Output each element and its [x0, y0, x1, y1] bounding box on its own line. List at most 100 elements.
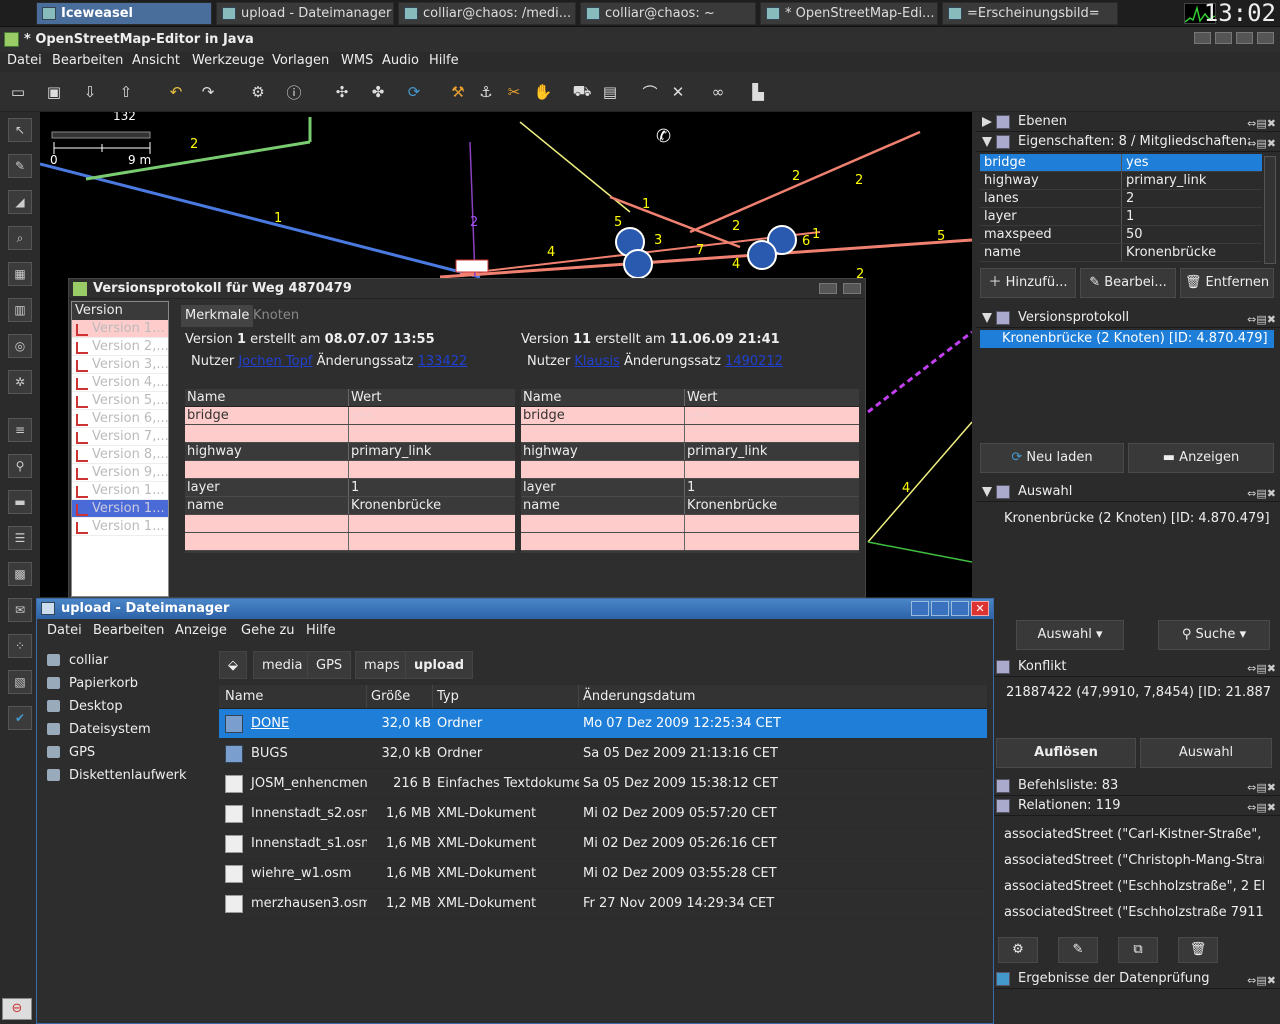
menu-help[interactable]: Hilfe — [429, 53, 459, 68]
table-row[interactable]: name Kronenbrücke — [980, 244, 1262, 262]
version-item[interactable]: Version 1... — [72, 320, 168, 338]
minimize-button[interactable] — [819, 283, 837, 294]
version-item[interactable]: Version 9,... — [72, 464, 168, 482]
bridge-icon[interactable]: ⌒ — [640, 82, 660, 102]
table-row[interactable]: highway primary_link — [185, 443, 515, 461]
minimize-button[interactable] — [1194, 32, 1211, 44]
selection-panel-header[interactable]: Auswahl ⇔▤✖ — [976, 482, 1280, 502]
preferences-icon[interactable]: ⚙ — [248, 82, 268, 102]
filter-toggle-icon[interactable]: ▩ — [8, 562, 32, 586]
table-row[interactable]: layer 1 — [521, 479, 859, 497]
panel-controls-icon[interactable]: ⇔▤✖ — [1247, 310, 1276, 330]
col-name[interactable]: Name — [521, 389, 685, 406]
table-row[interactable] — [185, 515, 515, 533]
upload-icon[interactable]: ⇧ — [116, 82, 136, 102]
validation-panel-header[interactable]: Ergebnisse der Datenprüfung ⇔▤✖ — [976, 969, 1280, 989]
user-link[interactable]: Klausis — [574, 354, 620, 369]
version-item[interactable]: Version 1... — [72, 482, 168, 500]
oneway-sign-icon[interactable] — [623, 249, 653, 279]
resolve-button[interactable]: Auflösen — [996, 738, 1136, 768]
list-item[interactable]: associatedStreet ("Eschholzstraße 7911 — [1004, 900, 1264, 926]
place-filesystem[interactable]: Dateisystem — [41, 718, 215, 741]
changeset-link[interactable]: 1490212 — [725, 354, 783, 369]
menu-file[interactable]: Datei — [7, 53, 42, 68]
table-row[interactable]: highway primary_link — [980, 172, 1262, 190]
list-item[interactable]: associatedStreet ("Eschholzstraße", 2 El — [1004, 874, 1264, 900]
col-date[interactable]: Änderungsdatum — [579, 685, 987, 708]
add-property-button[interactable]: ＋ Hinzufü... — [980, 268, 1076, 298]
scale-slider[interactable] — [51, 131, 151, 139]
menu-wms[interactable]: WMS — [341, 53, 373, 68]
show-history-button[interactable]: ▬ Anzeigen — [1128, 443, 1274, 473]
file-row[interactable]: wiehre_w1.osm 1,6 MB XML-Dokument Mi 02 Dez… — [219, 859, 987, 889]
history-item[interactable]: Kronenbrücke (2 Knoten) [ID: 4.870.479] — [980, 330, 1274, 348]
crumb-upload[interactable]: upload — [405, 651, 474, 679]
select-button[interactable]: Auswahl ▾ — [1016, 620, 1124, 650]
user-link[interactable]: Jochen Topf — [238, 354, 312, 369]
reload-history-button[interactable]: ⟳ Neu laden — [980, 443, 1124, 473]
table-row[interactable]: layer 1 — [185, 479, 515, 497]
version-item[interactable]: Version 3,... — [72, 356, 168, 374]
expand-icon[interactable] — [982, 117, 992, 127]
table-row[interactable]: layer 1 — [980, 208, 1262, 226]
file-row[interactable]: BUGS 32,0 kB Ordner Sa 05 Dez 2009 21:13:16… — [219, 739, 987, 769]
tab-properties[interactable]: Merkmale — [181, 305, 254, 327]
close-button[interactable] — [1257, 32, 1274, 44]
map-way-magenta[interactable] — [867, 330, 972, 414]
file-row[interactable]: Innenstadt_s2.osm 1,6 MB XML-Dokument Mi 02… — [219, 799, 987, 829]
table-row[interactable] — [521, 533, 859, 551]
version-item[interactable]: Version 6,... — [72, 410, 168, 428]
version-item[interactable]: Version 2,... — [72, 338, 168, 356]
select-tool-icon[interactable]: ↖ — [8, 118, 32, 142]
table-row[interactable]: bridge yes — [521, 407, 859, 425]
clock[interactable]: 13:02 — [1204, 0, 1276, 27]
download-icon[interactable]: ⇩ — [80, 82, 100, 102]
dots-toggle-icon[interactable]: ⁘ — [8, 634, 32, 658]
table-row[interactable] — [185, 461, 515, 479]
table-row[interactable] — [185, 533, 515, 551]
validate-toggle-icon[interactable]: ✔ — [8, 706, 32, 730]
task-filemanager[interactable]: upload - Dateimanager — [216, 2, 394, 25]
orthogonalize-icon[interactable]: ✂ — [504, 82, 524, 102]
relation-delete-icon[interactable]: 🗑 — [1178, 937, 1218, 963]
image-toggle-icon[interactable]: ▧ — [8, 670, 32, 694]
col-type[interactable]: Typ — [433, 685, 579, 708]
table-row[interactable]: lanes 2 — [980, 190, 1262, 208]
map-way-primary-3[interactable] — [689, 130, 921, 234]
map-way-purple[interactable] — [469, 141, 476, 278]
file-row[interactable]: Innenstadt_s1.osm 1,6 MB XML-Dokument Mi 02… — [219, 829, 987, 859]
table-row[interactable]: name Kronenbrücke — [521, 497, 859, 515]
relation-new-icon[interactable]: ✎ — [1058, 937, 1098, 963]
draw-tool-icon[interactable]: ✎ — [8, 154, 32, 178]
panel-controls-icon[interactable]: ⇔▤✖ — [1247, 778, 1276, 798]
zoom-tool-icon[interactable]: ⌕ — [8, 226, 32, 250]
selection-item[interactable]: Kronenbrücke (2 Knoten) [ID: 4.870.479] — [984, 510, 1274, 528]
remove-property-button[interactable]: 🗑 Entfernen — [1180, 268, 1274, 298]
fm-menu-edit[interactable]: Bearbeiten — [93, 623, 164, 638]
version-item[interactable]: Version 4,... — [72, 374, 168, 392]
col-value[interactable]: Wert — [685, 389, 859, 406]
place-gps[interactable]: GPS — [41, 741, 215, 764]
info-icon[interactable]: ⓘ — [284, 82, 304, 102]
task-josm[interactable]: * OpenStreetMap-Edi... — [760, 2, 938, 25]
history-panel-header[interactable]: Versionsprotokoll ⇔▤✖ — [976, 308, 1280, 328]
bus-icon[interactable]: ▤ — [600, 82, 620, 102]
move-icon[interactable]: ✋ — [533, 82, 553, 102]
fm-menu-view[interactable]: Anzeige — [175, 623, 227, 638]
task-appearance[interactable]: =Erscheinungsbild= — [942, 2, 1118, 25]
minimize-button[interactable] — [911, 601, 929, 616]
collapse-icon[interactable] — [982, 137, 992, 147]
menu-view[interactable]: Ansicht — [132, 53, 180, 68]
layers-toggle-icon[interactable]: ≡ — [8, 418, 32, 442]
version-item[interactable]: Version 7,... — [72, 428, 168, 446]
table-row[interactable]: highway primary_link — [521, 443, 859, 461]
shade-button[interactable] — [931, 601, 949, 616]
menu-edit[interactable]: Bearbeiten — [52, 53, 123, 68]
oneway-sign-icon[interactable] — [747, 240, 777, 270]
version-item[interactable]: Version 1... — [72, 500, 168, 518]
list-toggle-icon[interactable]: ☰ — [8, 526, 32, 550]
maximize-button[interactable] — [951, 601, 969, 616]
menu-tools[interactable]: Werkzeuge — [192, 53, 264, 68]
fm-menu-file[interactable]: Datei — [47, 623, 82, 638]
file-row[interactable]: merzhausen3.osm 1,2 MB XML-Dokument Fr 27 N… — [219, 889, 987, 919]
